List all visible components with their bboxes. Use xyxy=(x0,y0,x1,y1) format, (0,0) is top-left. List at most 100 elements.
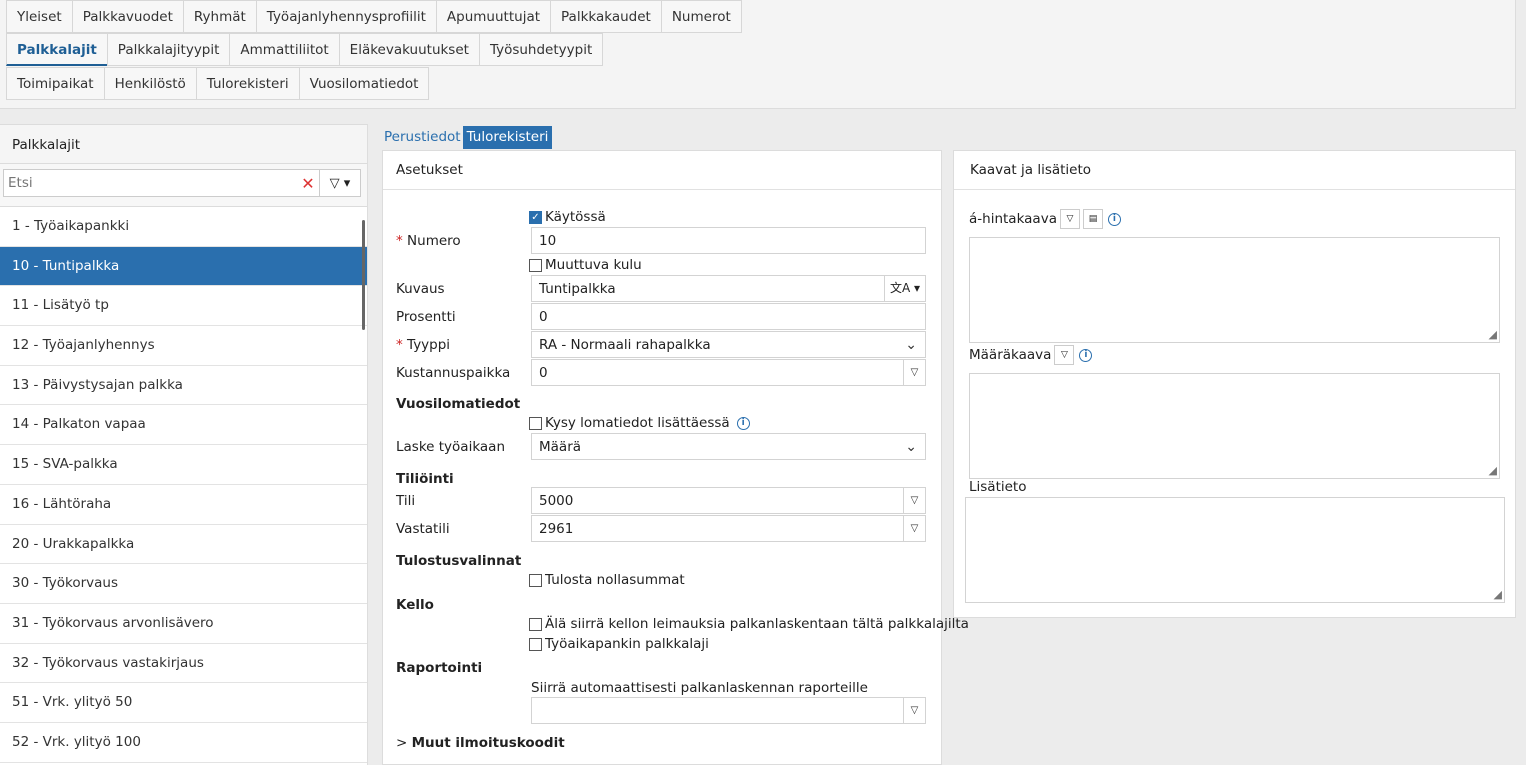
dropdown-icon[interactable]: ▽ xyxy=(903,488,925,513)
resize-grip-icon[interactable]: ◢ xyxy=(1494,588,1502,601)
tab-perustiedot[interactable]: Perustiedot xyxy=(382,126,463,149)
muuttuva-kulu-checkbox[interactable]: Muuttuva kulu xyxy=(529,257,642,273)
list-item[interactable]: 31 - Työkorvaus arvonlisävero xyxy=(0,604,367,644)
vuosilomatiedot-heading: Vuosilomatiedot xyxy=(396,396,521,412)
tab-vuosilomatiedot[interactable]: Vuosilomatiedot xyxy=(298,67,430,100)
kustannuspaikka-select[interactable]: 0 ▽ xyxy=(531,359,926,386)
vastatili-label: Vastatili xyxy=(396,521,450,537)
tab-toimipaikat[interactable]: Toimipaikat xyxy=(6,67,105,100)
chevron-down-icon: ⌄ xyxy=(905,439,917,455)
dropdown-icon[interactable]: ▽ xyxy=(1054,345,1075,365)
list: 1 - Työaikapankki 10 - Tuntipalkka 11 - Li… xyxy=(0,207,367,763)
info-icon[interactable]: i xyxy=(1079,348,1093,362)
list-item[interactable]: 16 - Lähtöraha xyxy=(0,485,367,525)
maarakaava-textarea[interactable]: ◢ xyxy=(969,373,1500,479)
vastatili-select[interactable]: 2961 ▽ xyxy=(531,515,926,542)
tyyppi-select[interactable]: RA - Normaali rahapalkka ⌄ xyxy=(531,331,926,358)
checkbox-checked-icon: ✓ xyxy=(529,210,542,224)
list-item[interactable]: 52 - Vrk. ylityö 100 xyxy=(0,723,367,763)
tab-henkilöstö[interactable]: Henkilöstö xyxy=(103,67,197,100)
dropdown-icon[interactable]: ▽ xyxy=(903,516,925,541)
resize-grip-icon[interactable]: ◢ xyxy=(1489,464,1497,477)
tab-yleiset[interactable]: Yleiset xyxy=(6,0,73,33)
list-item[interactable]: 15 - SVA-palkka xyxy=(0,445,367,485)
top-tab-area: Yleiset Palkkavuodet Ryhmät Työajanlyhennys… xyxy=(0,0,1516,109)
tab-palkkakaudet[interactable]: Palkkakaudet xyxy=(550,0,662,33)
resize-grip-icon[interactable]: ◢ xyxy=(1489,328,1497,341)
list-title: Palkkalajit xyxy=(0,124,367,164)
kustannuspaikka-label: Kustannuspaikka xyxy=(396,365,511,381)
tab-työajanlyhennysprofiilit[interactable]: Työajanlyhennysprofiilit xyxy=(255,0,437,33)
tab-ammattiliitot[interactable]: Ammattiliitot xyxy=(229,33,340,66)
tab-row-3: Toimipaikat Henkilöstö Tulorekisteri Vuosil… xyxy=(6,67,430,100)
translate-icon[interactable]: 文A ▾ xyxy=(884,276,925,301)
siirra-label: Siirrä automaattisesti palkanlaskennan r… xyxy=(531,680,868,696)
settings-panel: Asetukset ✓ Käytössä * Numero 10 Muuttuva… xyxy=(382,150,969,765)
kello-heading: Kello xyxy=(396,597,434,613)
list-item[interactable]: 32 - Työkorvaus vastakirjaus xyxy=(0,644,367,684)
tulostusvalinnat-heading: Tulostusvalinnat xyxy=(396,553,522,569)
dropdown-icon[interactable]: ▽ xyxy=(1059,209,1080,229)
tulosta-nollasummat-checkbox[interactable]: Tulosta nollasummat xyxy=(529,572,685,588)
list-item[interactable]: 12 - Työajanlyhennys xyxy=(0,326,367,366)
tab-palkkalajit[interactable]: Palkkalajit xyxy=(6,33,108,66)
chevron-down-icon: ⌄ xyxy=(905,337,917,353)
tab-numerot[interactable]: Numerot xyxy=(660,0,742,33)
kuvaus-label: Kuvaus xyxy=(396,281,445,297)
kaavat-panel: Kaavat ja lisätieto á-hintakaava ▽ ▤ i ◢… xyxy=(953,150,1516,618)
numero-input[interactable]: 10 xyxy=(531,227,926,254)
lisatieto-textarea[interactable]: ◢ xyxy=(965,497,1505,603)
search-bar: ✕ ▽ ▾ xyxy=(0,164,367,207)
info-icon[interactable]: i xyxy=(736,416,750,430)
chevron-right-icon: > xyxy=(396,735,412,751)
tab-ryhmät[interactable]: Ryhmät xyxy=(182,0,257,33)
tab-työsuhdetyypit[interactable]: Työsuhdetyypit xyxy=(478,33,604,66)
tab-palkkavuodet[interactable]: Palkkavuodet xyxy=(71,0,184,33)
tab-apumuuttujat[interactable]: Apumuuttujat xyxy=(435,0,552,33)
tab-tulorekisteri[interactable]: Tulorekisteri xyxy=(462,126,553,149)
list-item[interactable]: 14 - Palkaton vapaa xyxy=(0,405,367,446)
detail-tabs: Perustiedot Tulorekisteri xyxy=(382,126,553,149)
laske-label: Laske työaikaan xyxy=(396,439,506,455)
tyoaikapankin-checkbox[interactable]: Työaikapankin palkkalaji xyxy=(529,636,709,652)
info-icon[interactable]: i xyxy=(1107,212,1121,226)
muut-ilmoituskoodit-toggle[interactable]: > Muut ilmoituskoodit xyxy=(396,735,565,751)
a-hintakaava-label: á-hintakaava ▽ ▤ i xyxy=(969,209,1121,229)
filter-icon[interactable]: ▽ ▾ xyxy=(319,169,361,197)
palkkalajit-list-panel: Palkkalajit ✕ ▽ ▾ 1 - Työaikapankki10 - … xyxy=(0,124,368,765)
kysy-lomatiedot-checkbox[interactable]: Kysy lomatiedot lisättäessä i xyxy=(529,415,750,431)
tili-select[interactable]: 5000 ▽ xyxy=(531,487,926,514)
scrollbar[interactable] xyxy=(362,220,365,330)
dropdown-icon[interactable]: ▽ xyxy=(903,698,925,723)
list-item[interactable]: 13 - Päivystysajan palkka xyxy=(0,366,367,406)
list-item[interactable]: 20 - Urakkapalkka xyxy=(0,525,367,565)
tiliointi-heading: Tiliöinti xyxy=(396,471,454,487)
list-item[interactable]: 10 - Tuntipalkka xyxy=(0,246,367,287)
search-input[interactable] xyxy=(3,169,297,197)
tab-palkkalajityypit[interactable]: Palkkalajityypit xyxy=(106,33,231,66)
list-item[interactable]: 1 - Työaikapankki xyxy=(0,207,367,247)
siirra-select[interactable]: ▽ xyxy=(531,697,926,724)
raportointi-heading: Raportointi xyxy=(396,660,483,676)
clipboard-icon[interactable]: ▤ xyxy=(1082,209,1103,229)
tab-row-1: Yleiset Palkkavuodet Ryhmät Työajanlyhennys… xyxy=(6,0,742,33)
tyyppi-label: * Tyyppi xyxy=(396,337,451,353)
ala-siirra-checkbox[interactable]: Älä siirrä kellon leimauksia palkanlaske… xyxy=(529,616,969,632)
list-item[interactable]: 51 - Vrk. ylityö 50 xyxy=(0,683,367,723)
settings-title: Asetukset xyxy=(383,151,941,190)
maarakaava-label: Määräkaava ▽ i xyxy=(969,345,1093,365)
tili-label: Tili xyxy=(396,493,416,509)
kaytossa-checkbox[interactable]: ✓ Käytössä xyxy=(529,209,606,225)
a-hintakaava-textarea[interactable]: ◢ xyxy=(969,237,1500,343)
tab-row-2: Palkkalajit Palkkalajityypit Ammattiliitot… xyxy=(6,33,604,66)
kaavat-title: Kaavat ja lisätieto xyxy=(954,151,1515,190)
dropdown-icon[interactable]: ▽ xyxy=(903,360,925,385)
list-item[interactable]: 11 - Lisätyö tp xyxy=(0,286,367,327)
prosentti-input[interactable]: 0 xyxy=(531,303,926,330)
tab-tulorekisteri[interactable]: Tulorekisteri xyxy=(195,67,300,100)
list-item[interactable]: 30 - Työkorvaus xyxy=(0,564,367,604)
laske-select[interactable]: Määrä ⌄ xyxy=(531,433,926,460)
clear-icon[interactable]: ✕ xyxy=(297,169,319,197)
kuvaus-input[interactable]: Tuntipalkka 文A ▾ xyxy=(531,275,926,302)
tab-eläkevakuutukset[interactable]: Eläkevakuutukset xyxy=(338,33,480,66)
